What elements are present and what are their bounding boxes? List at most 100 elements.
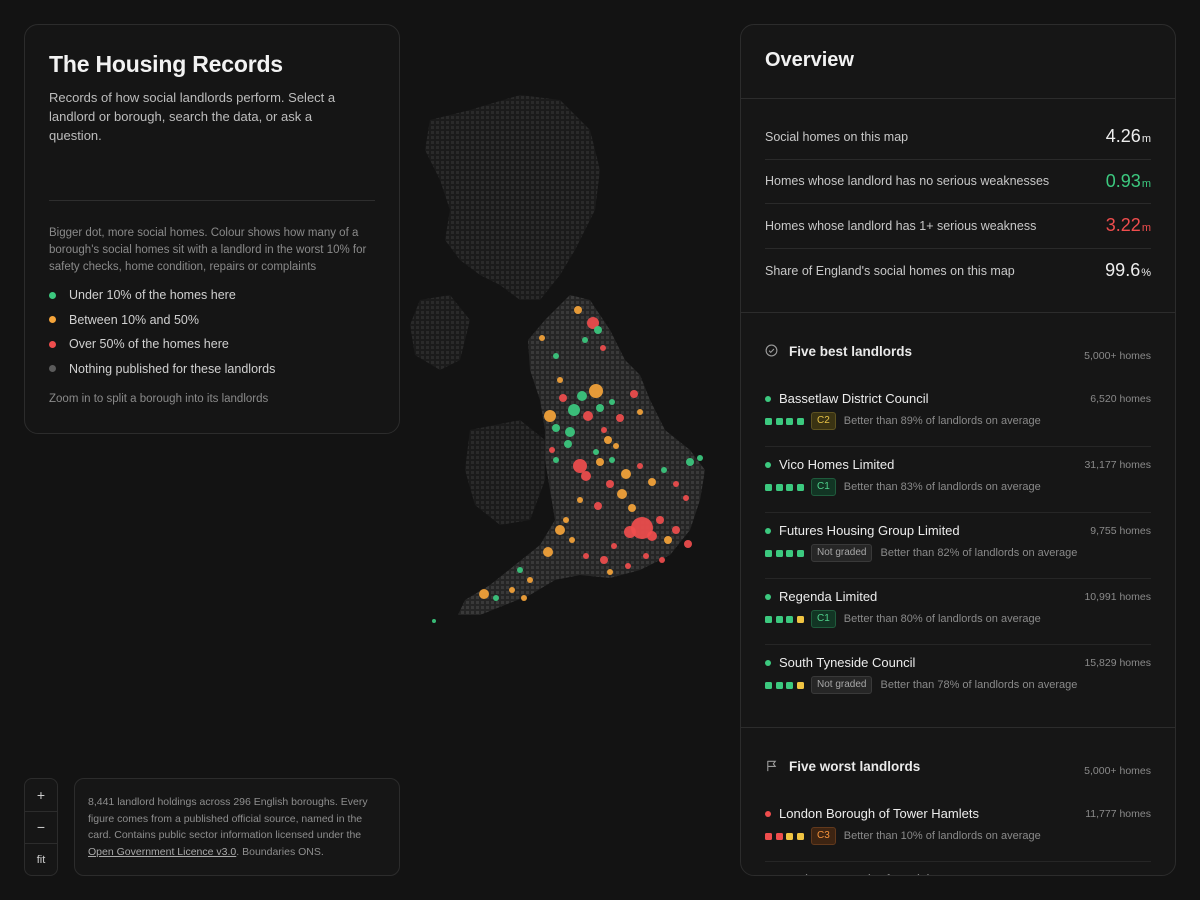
borough-dot[interactable] [637,409,643,415]
borough-dot[interactable] [593,449,599,455]
borough-dot[interactable] [673,481,679,487]
borough-dot[interactable] [555,525,565,535]
borough-dot[interactable] [637,463,643,469]
borough-dot[interactable] [630,390,638,398]
landlord-scores: C1 Better than 80% of landlords on averag… [765,610,1151,628]
legend-item-green: Under 10% of the homes here [49,283,275,308]
borough-dot[interactable] [559,394,567,402]
borough-dot[interactable] [543,547,553,557]
borough-dot[interactable] [672,526,680,534]
zoom-in-button[interactable]: + [25,779,57,812]
borough-dot[interactable] [616,414,624,422]
landlord-row[interactable]: Regenda Limited 10,991 homes C1 Better than… [765,579,1151,645]
borough-dot[interactable] [594,502,602,510]
borough-dot[interactable] [432,619,436,623]
borough-dot[interactable] [594,326,602,334]
landlord-row[interactable]: London Borough of Lewisham 14,131 homes [765,862,1151,876]
borough-dot[interactable] [664,536,672,544]
borough-dot[interactable] [568,404,580,416]
landlord-row[interactable]: London Borough of Tower Hamlets 11,777 ho… [765,796,1151,862]
borough-dot[interactable] [606,480,614,488]
borough-dot[interactable] [549,447,555,453]
borough-dot[interactable] [553,457,559,463]
zoom-controls: + − fit [24,778,58,876]
borough-dot[interactable] [589,384,603,398]
worst-landlords-header: Five worst landlords 5,000+ homes [765,728,1151,796]
score-square [786,483,793,491]
landlord-note: Better than 10% of landlords on average [843,830,1041,842]
borough-dot[interactable] [604,436,612,444]
best-landlords-list: Bassetlaw District Council 6,520 homes C2 B… [765,381,1151,711]
landlord-name: Regenda Limited [779,589,878,604]
zoom-out-button[interactable]: − [25,812,57,845]
borough-dot[interactable] [609,399,615,405]
borough-dot[interactable] [697,455,703,461]
borough-dot[interactable] [596,404,604,412]
borough-dot[interactable] [643,553,649,559]
borough-dot[interactable] [577,497,583,503]
borough-dot[interactable] [628,504,636,512]
borough-dot[interactable] [613,443,619,449]
borough-dot[interactable] [573,459,587,473]
legend-item-amber: Between 10% and 50% [49,308,275,333]
borough-dot[interactable] [600,556,608,564]
landlord-row[interactable]: Vico Homes Limited 31,177 homes C1 Better t… [765,447,1151,513]
score-square [765,615,772,623]
borough-dot[interactable] [686,458,694,466]
overview-panel: Overview Social homes on this map 4.26m Ho… [740,24,1176,876]
status-dot-icon [765,461,771,468]
borough-dot[interactable] [684,540,692,548]
borough-dot[interactable] [659,557,665,563]
stat-number: 4.26 [1105,126,1141,147]
borough-dot[interactable] [625,563,631,569]
borough-dot[interactable] [617,489,627,499]
borough-dot[interactable] [583,411,593,421]
borough-dot[interactable] [557,377,563,383]
landlord-row[interactable]: Futures Housing Group Limited 9,755 homes… [765,513,1151,579]
worst-landlords-meta: 5,000+ homes [1084,765,1151,777]
borough-dot[interactable] [601,427,607,433]
borough-dot[interactable] [509,587,515,593]
borough-dot[interactable] [565,427,575,437]
landlord-homes: 14,131 homes [1084,874,1151,876]
borough-dot[interactable] [564,440,572,448]
borough-dot[interactable] [479,589,489,599]
zoom-fit-button[interactable]: fit [25,844,57,875]
borough-dot[interactable] [647,531,657,541]
borough-dot[interactable] [581,471,591,481]
borough-dot[interactable] [563,517,569,523]
landlord-row[interactable]: Bassetlaw District Council 6,520 homes C2 B… [765,381,1151,447]
borough-dot[interactable] [656,516,664,524]
score-square [796,832,804,840]
borough-dot[interactable] [577,391,587,401]
borough-dot[interactable] [493,595,499,601]
score-square [796,417,804,425]
borough-dot[interactable] [552,424,560,432]
stat-unit: m [1141,177,1151,190]
landlord-row[interactable]: South Tyneside Council 15,829 homes Not gr… [765,645,1151,711]
borough-dot[interactable] [517,567,523,573]
borough-dot[interactable] [539,335,545,341]
score-square [775,549,783,557]
borough-dot[interactable] [521,595,527,601]
borough-dot[interactable] [611,543,617,549]
borough-dot[interactable] [624,526,636,538]
borough-dot[interactable] [544,410,556,422]
borough-dot[interactable] [621,469,631,479]
landlord-homes: 10,991 homes [1084,590,1151,603]
borough-dot[interactable] [583,553,589,559]
borough-dot[interactable] [609,457,615,463]
borough-dot[interactable] [648,478,656,486]
borough-dot[interactable] [553,353,559,359]
borough-dot[interactable] [596,458,604,466]
borough-dot[interactable] [661,467,667,473]
licence-link[interactable]: Open Government Licence v3.0 [88,846,236,858]
borough-dot[interactable] [607,569,613,575]
attribution-text-end: . Boundaries ONS. [236,845,324,858]
borough-dot[interactable] [527,577,533,583]
borough-dot[interactable] [683,495,689,501]
borough-dot[interactable] [574,306,582,314]
borough-dot[interactable] [582,337,588,343]
borough-dot[interactable] [600,345,606,351]
borough-dot[interactable] [569,537,575,543]
